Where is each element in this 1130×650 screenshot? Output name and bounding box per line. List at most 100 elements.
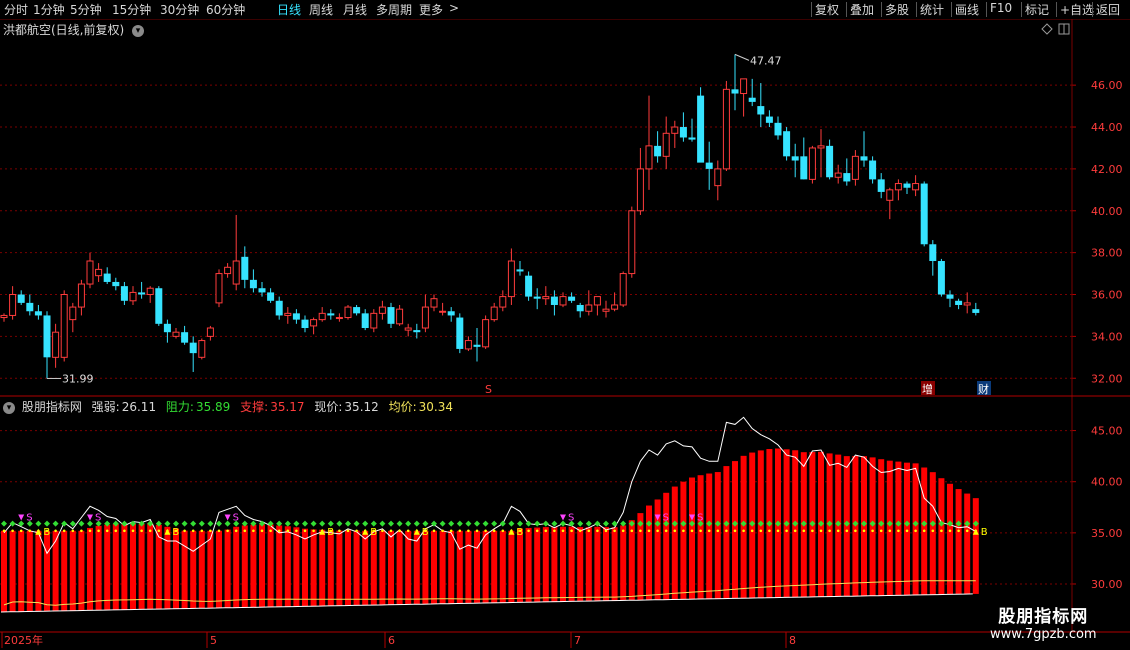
candle-body (636, 168, 644, 212)
indicator-bar (370, 530, 377, 606)
level-dot (295, 529, 298, 533)
price-tick-label: 34.00 (1091, 330, 1123, 343)
buy-signal-label: B (43, 527, 50, 538)
indicator-bar (276, 525, 283, 607)
support-dot (35, 520, 42, 527)
candle (937, 258, 945, 297)
candle (129, 286, 137, 305)
indicator-bar (396, 530, 403, 605)
support-dot (44, 520, 50, 527)
indicator-tick-label: 40.00 (1091, 476, 1123, 489)
indicator-bar (69, 530, 76, 611)
price-tick-label: 38.00 (1091, 247, 1123, 260)
level-dot (647, 529, 651, 533)
candle (249, 269, 257, 293)
level-dot (217, 529, 221, 533)
indicator-bar (181, 530, 188, 609)
candle (473, 328, 481, 362)
candle (602, 300, 610, 318)
candle-body (869, 160, 877, 180)
indicator-tick-label: 35.00 (1091, 527, 1123, 540)
indicator-axis: 30.00 35.00 40.00 45.00 (1072, 425, 1123, 591)
indicator-tick-label: 30.00 (1091, 578, 1123, 591)
candle (791, 143, 799, 178)
candle-body (800, 156, 808, 180)
level-dot (105, 529, 109, 533)
candle (275, 296, 283, 320)
indicator-bar (250, 524, 257, 608)
candle (972, 302, 980, 316)
level-dot (871, 529, 874, 533)
resist-label: 阻力: (165, 400, 194, 414)
indicator-bar (104, 524, 111, 611)
level-dot (553, 529, 556, 533)
indicator-bar (551, 527, 558, 602)
kline-chart[interactable]: 32.00 34.00 36.00 38.00 40.00 42.00 44.00 46.00… (0, 0, 1130, 650)
candle (456, 313, 464, 354)
indicator-bar (904, 462, 910, 596)
candle (499, 290, 507, 312)
candle-body (318, 312, 326, 321)
support-dot (284, 520, 291, 527)
candle (34, 304, 42, 320)
month-label: 5 (210, 634, 217, 647)
indicator-bar (207, 530, 214, 609)
candle-body (783, 131, 791, 157)
candle (619, 271, 627, 308)
candle (507, 248, 515, 305)
support-dot (465, 520, 472, 527)
candle-body (645, 145, 653, 170)
candle-body (413, 330, 421, 333)
candle-body (697, 95, 705, 163)
indicator-bar (216, 530, 222, 608)
level-dot (492, 529, 496, 533)
support-dot (413, 520, 420, 527)
support-dot (353, 520, 360, 527)
candle (9, 286, 17, 320)
candle-body (464, 340, 472, 350)
candle (387, 302, 395, 329)
indicator-bar (35, 530, 42, 612)
level-dot (596, 529, 599, 533)
indicator-bar (560, 526, 566, 602)
level-dot (879, 529, 883, 533)
candle (929, 240, 937, 276)
candle (783, 127, 791, 161)
level-dot (346, 529, 350, 533)
chevron-down-icon[interactable]: ▾ (3, 401, 15, 414)
candle-body (559, 296, 567, 306)
level-dot (888, 529, 892, 533)
indicator-bar (517, 528, 523, 603)
candle (645, 95, 653, 190)
cai-marker[interactable]: 财 (978, 382, 989, 396)
level-dot (656, 529, 659, 533)
candle-body (275, 300, 283, 316)
indicator-bar (310, 529, 317, 607)
level-dot (123, 529, 126, 533)
candle-body (344, 306, 352, 319)
candle-body (482, 319, 490, 348)
level-dot (854, 529, 857, 533)
level-dot (948, 529, 952, 533)
indicator-bar (1, 530, 7, 612)
price-tick-label: 32.00 (1091, 372, 1123, 385)
candle-body (327, 313, 335, 316)
resist-readout: 阻力: 35.89 (166, 400, 230, 414)
zeng-marker[interactable]: 增 (922, 382, 933, 396)
candle-body (43, 315, 51, 358)
indicator-bar (680, 481, 687, 600)
level-dot (28, 529, 32, 533)
candle-body (765, 116, 773, 123)
candle-body (860, 156, 868, 161)
indicator-bar (362, 530, 369, 606)
candle (112, 277, 120, 291)
level-dot (191, 529, 195, 533)
candle (241, 246, 249, 289)
level-dot (381, 529, 384, 533)
support-dot (439, 520, 446, 527)
s-marker[interactable]: S (485, 383, 492, 396)
candle (740, 78, 748, 117)
level-dot (613, 529, 616, 533)
support-dot (422, 520, 429, 527)
candle (421, 294, 429, 333)
